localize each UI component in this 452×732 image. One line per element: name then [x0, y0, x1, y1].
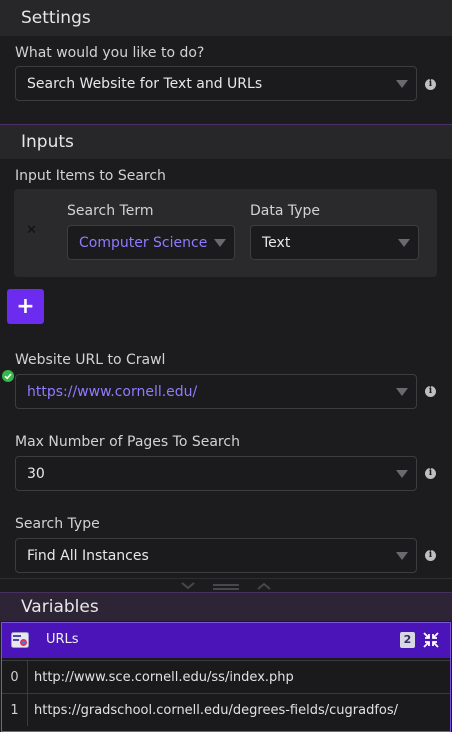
chevron-down-icon	[396, 387, 408, 396]
action-label: What would you like to do?	[15, 45, 205, 61]
data-type-select[interactable]: Text	[250, 225, 419, 260]
search-term-select[interactable]: Computer Science	[67, 225, 235, 260]
data-type-label: Data Type	[250, 203, 321, 219]
info-icon[interactable]: i	[425, 550, 436, 561]
chevron-down-icon	[214, 238, 226, 247]
variable-row[interactable]: 0 http://www.sce.cornell.edu/ss/index.ph…	[2, 660, 450, 693]
variables-header: Variables	[0, 592, 452, 621]
max-pages-value: 30	[27, 465, 45, 482]
row-value: https://gradschool.cornell.edu/degrees-f…	[34, 702, 399, 718]
variable-panel: URLs 2 0 http://www.sce.cornell.edu/ss/i…	[1, 622, 451, 732]
website-url-select[interactable]: https://www.cornell.edu/	[15, 374, 417, 409]
list-variable-icon	[11, 632, 29, 648]
resize-bar[interactable]	[0, 578, 452, 592]
action-select[interactable]: Search Website for Text and URLs	[15, 66, 417, 101]
variable-panel-header[interactable]: URLs 2	[2, 623, 450, 658]
chevron-down-icon	[396, 551, 408, 560]
input-items-label: Input Items to Search	[15, 168, 166, 184]
website-url-label: Website URL to Crawl	[15, 352, 166, 368]
variables-title: Variables	[21, 597, 99, 617]
search-type-select[interactable]: Find All Instances	[15, 538, 417, 573]
variable-name: URLs	[46, 632, 79, 647]
chevron-down-icon	[396, 79, 408, 88]
data-type-value: Text	[262, 234, 291, 251]
website-url-value: https://www.cornell.edu/	[27, 383, 198, 400]
settings-header: Settings	[0, 0, 452, 36]
variable-row[interactable]: 1 https://gradschool.cornell.edu/degrees…	[2, 693, 450, 726]
search-type-label: Search Type	[15, 516, 100, 532]
action-select-value: Search Website for Text and URLs	[27, 75, 263, 92]
info-icon[interactable]: i	[425, 79, 436, 90]
settings-title: Settings	[21, 8, 91, 28]
input-item-card: ✕ Search Term Computer Science Data Type…	[14, 189, 437, 277]
inputs-title: Inputs	[21, 132, 74, 152]
chevron-down-icon	[396, 469, 408, 478]
check-icon	[2, 370, 14, 382]
search-term-label: Search Term	[67, 203, 154, 219]
search-term-value: Computer Science	[79, 234, 208, 251]
inputs-header: Inputs	[0, 125, 452, 159]
row-index: 1	[2, 694, 28, 726]
add-item-button[interactable]: +	[7, 289, 44, 324]
info-icon[interactable]: i	[425, 386, 436, 397]
variable-count-badge: 2	[400, 632, 415, 648]
row-value: http://www.sce.cornell.edu/ss/index.php	[34, 669, 294, 685]
plus-icon: +	[16, 294, 35, 319]
row-index: 0	[2, 661, 28, 693]
max-pages-label: Max Number of Pages To Search	[15, 434, 240, 450]
chevron-down-icon	[398, 238, 410, 247]
compress-icon[interactable]	[423, 632, 439, 648]
max-pages-select[interactable]: 30	[15, 456, 417, 491]
close-icon[interactable]: ✕	[26, 223, 37, 238]
info-icon[interactable]: i	[425, 468, 436, 479]
search-type-value: Find All Instances	[27, 547, 149, 564]
drag-handle-icon[interactable]	[168, 580, 288, 592]
